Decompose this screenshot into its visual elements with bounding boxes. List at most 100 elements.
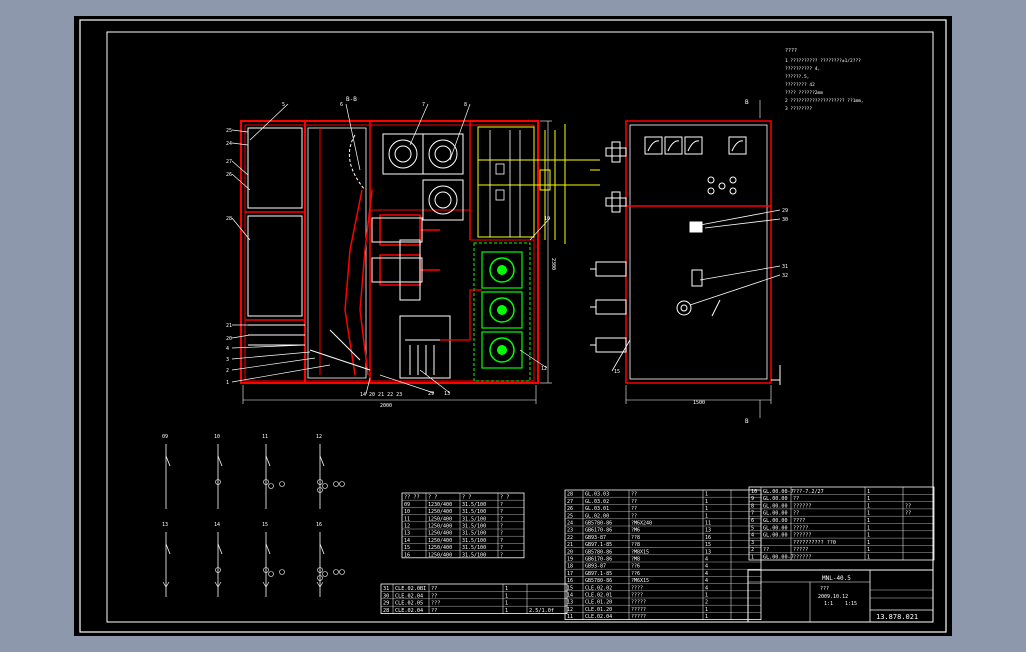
title-name: ??? [820,586,829,592]
table-cell: CLE.02.05 [395,601,423,607]
table-cell: GL.00.00 [763,503,788,509]
table-cell: 24 [567,521,573,527]
table-cell: 1 [705,593,708,599]
callout-number: 29 [428,391,434,397]
table-cell: 4 [751,533,754,539]
table-cell: ????? [631,600,646,606]
table-cell: 13 [705,549,711,555]
callout-number: 8 [464,102,467,108]
title-model: MNL-40.5 [822,575,851,582]
table-header-cell: ? ? [462,495,471,501]
note-line: ?????????? 4, [785,66,820,72]
table-cell: CLE.02.0BI [395,586,426,592]
cad-drawing-canvas[interactable]: 2000 2300 B-B 5 6 7 81012132524272628212043… [0,0,1026,652]
table-cell: ? [500,545,503,551]
table-cell: 18 [567,564,573,570]
table-cell: 1250/400 [428,538,452,544]
table-cell: 1 [751,555,754,561]
table-cell: 1 [705,506,708,512]
table-cell: 1250/400 [428,552,452,558]
table-cell: ???? [631,585,643,591]
table-cell: 16 [567,578,573,584]
table-cell: CLE.02.04 [395,593,423,599]
table-cell: GB5780-86 [585,549,612,555]
table-cell: ?????? [793,555,811,561]
table-header-cell: ? ? [428,495,437,501]
table-cell: 11 [404,516,410,522]
table-cell: 1 [867,533,870,539]
table-cell: ?? [631,492,637,498]
table-cell: 31 [383,586,389,592]
table-cell: 5 [751,525,754,531]
title-date: 2009.10.12 [818,594,848,600]
table-cell: ?? [793,511,799,517]
notes-title: ???? [785,48,797,54]
table-cell: 4 [705,585,708,591]
view-marker-top: B [745,99,749,106]
table-cell: GB97.1-85 [585,542,612,548]
table-cell: 15 [567,585,573,591]
table-cell: 1 [705,492,708,498]
table-cell: 1250/400 [428,545,452,551]
table-cell: CLE.02.01 [585,593,612,599]
table-cell: ?? [763,547,769,553]
table-cell: ?M8X15 [631,549,649,555]
scheme-label: 13 [162,522,168,528]
table-cell: GL.00.00 [763,511,788,517]
table-cell: 4 [705,571,708,577]
callout-number: 15 [614,369,620,375]
table-cell: ????? [793,525,808,531]
callout-number: 7 [422,102,425,108]
callout-number: 29 [782,208,788,214]
callout-number: 21 [226,323,232,329]
callout-number: 31 [782,264,788,270]
table-cell: 09 [404,502,410,508]
table-cell: 1 [867,496,870,502]
drawing-number: 13.878.021 [876,613,918,621]
callout-number: 28 [226,216,232,222]
table-cell: GL.00.00-7 [763,555,794,561]
note-line: ??????.5, [785,74,809,80]
table-cell: 11 [705,521,711,527]
table-cell: GL.00.00-7 [763,489,794,495]
table-cell: ??8 [631,542,640,548]
table-cell: 1 [705,614,708,620]
table-cell: 10 [404,509,410,515]
table-cell: 1 [705,513,708,519]
table-cell: ????? [631,614,646,620]
table-cell: 25 [567,513,573,519]
table-cell: 13 [705,528,711,534]
table-cell: 1 [867,511,870,517]
title-scale: 1:1 [824,601,833,607]
callout-number: 32 [782,273,788,279]
table-cell: ?????????? ??0 [793,540,836,546]
table-cell: GB6170-86 [585,528,612,534]
callout-number: 25 [226,128,232,134]
table-cell: ?M6X240 [631,521,652,527]
scheme-label: 15 [262,522,268,528]
table-cell: 1 [867,547,870,553]
table-cell: 13 [567,600,573,606]
table-cell: ? [500,516,503,522]
note-line: 1 ?????????? ????????±1/2??? [785,58,861,64]
table-cell: ? [500,509,503,515]
table-cell: 22 [567,535,573,541]
table-cell: 31.5/100 [462,524,486,530]
table-cell: GL.03.03 [585,492,609,498]
table-cell: ?? [631,506,637,512]
table-cell: GL.03.02 [585,499,609,505]
table-cell: GB5780-86 [585,521,612,527]
table-cell: GL.00.00 [763,496,788,502]
note-line: 3 ???????? [785,106,812,112]
table-cell: 7 [751,511,754,517]
note-line: ???? ??????2mm [785,90,823,96]
callout-number: 6 [340,102,343,108]
table-cell: 1 [867,540,870,546]
table-cell: 31.5/100 [462,516,486,522]
callout-number: 2 [226,368,229,374]
table-cell: 1 [505,586,508,592]
table-cell: GL.00.00 [763,533,788,539]
table-cell: 10 [751,489,757,495]
table-cell: 1 [705,607,708,613]
table-cell: 1250/400 [428,516,452,522]
